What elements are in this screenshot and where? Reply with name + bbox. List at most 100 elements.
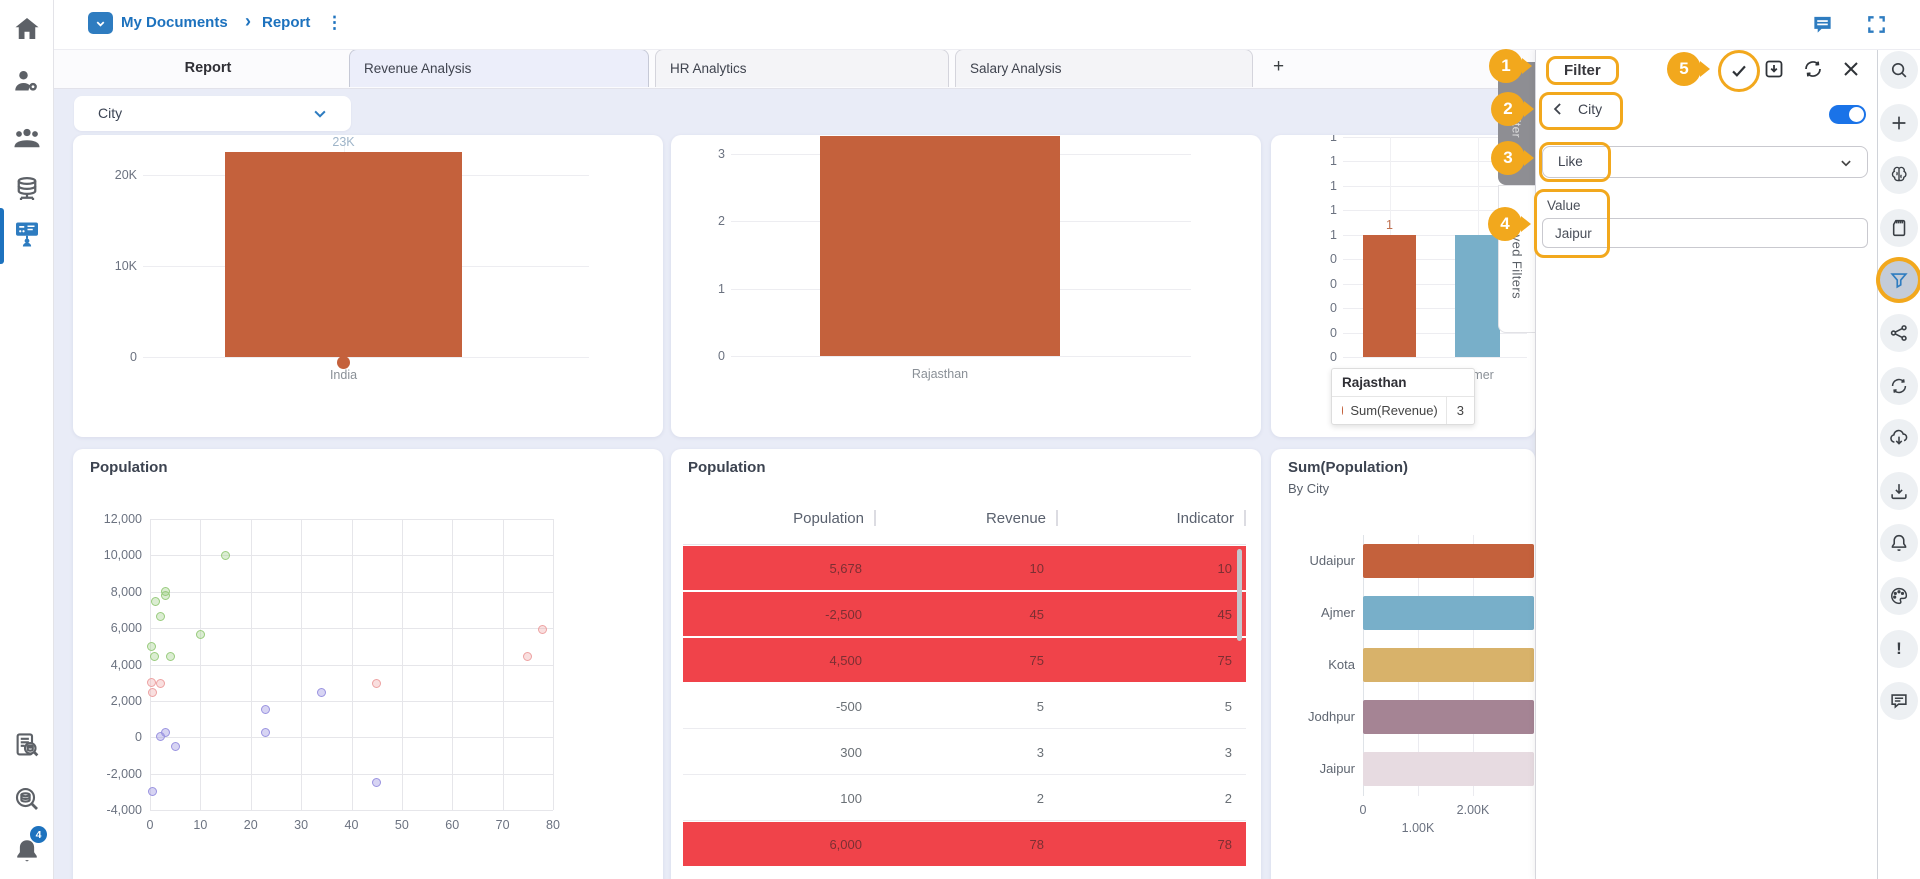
scatter-point-green[interactable] <box>151 597 160 606</box>
filter-funnel-icon <box>1888 269 1910 291</box>
scatter-point-purple[interactable] <box>161 728 170 737</box>
bar-Ajmer[interactable] <box>1455 235 1500 357</box>
chevron-left-icon[interactable] <box>1548 99 1568 119</box>
comments-button[interactable] <box>1880 682 1918 720</box>
table-cell: 5,678 <box>683 561 876 576</box>
refresh-filter-button[interactable] <box>1801 57 1825 81</box>
folder-chevron-icon[interactable] <box>88 12 113 34</box>
scatter-point-purple[interactable] <box>148 787 157 796</box>
download-button[interactable] <box>1880 472 1918 510</box>
bar-jodhpur[interactable] <box>1363 700 1534 734</box>
apply-filter-button[interactable] <box>1718 50 1760 92</box>
tab-revenue-analysis[interactable]: Revenue Analysis <box>349 49 649 87</box>
column-header-revenue[interactable]: Revenue <box>876 492 1058 544</box>
table-row[interactable]: -2,5004545 <box>683 592 1246 638</box>
tab-salary-analysis[interactable]: Salary Analysis <box>955 49 1253 87</box>
add-button[interactable] <box>1880 104 1918 142</box>
scatter-point-purple[interactable] <box>171 742 180 751</box>
value-input[interactable] <box>1542 218 1868 248</box>
city-filter-dropdown[interactable]: City <box>74 96 351 131</box>
scatter-point-green[interactable] <box>196 630 205 639</box>
scatter-point-green[interactable] <box>156 612 165 621</box>
bar-series-0[interactable] <box>1363 235 1416 357</box>
scatter-point-purple[interactable] <box>261 728 270 737</box>
scatter-point-green[interactable] <box>166 652 175 661</box>
ai-brain-button[interactable] <box>1880 156 1918 194</box>
alerts-button[interactable]: ! <box>1880 630 1918 668</box>
chart-subtitle: By City <box>1288 481 1329 496</box>
sync-button[interactable] <box>1880 367 1918 405</box>
table-cell: 78 <box>1058 837 1246 852</box>
table-cell: 5 <box>1058 699 1246 714</box>
search-button[interactable] <box>1880 51 1918 89</box>
comment-icon[interactable] <box>1811 13 1834 36</box>
operator-select[interactable]: Like <box>1542 146 1868 178</box>
fullscreen-icon[interactable] <box>1865 13 1888 36</box>
palette-button[interactable] <box>1880 577 1918 615</box>
scatter-point-purple[interactable] <box>261 705 270 714</box>
column-header-indicator[interactable]: Indicator <box>1058 492 1246 544</box>
filter-funnel-button[interactable] <box>1880 261 1918 299</box>
bar-udaipur[interactable] <box>1363 544 1534 578</box>
scatter-point-red[interactable] <box>147 678 156 687</box>
table-row[interactable]: 10022 <box>683 776 1246 821</box>
table-row[interactable]: 5,6781010 <box>683 546 1246 592</box>
table-row[interactable]: 4,5007575 <box>683 638 1246 684</box>
notification-count-badge: 4 <box>30 826 47 843</box>
table-row[interactable]: 30033 <box>683 730 1246 775</box>
scatter-point-green[interactable] <box>147 642 156 651</box>
table-row[interactable]: -50055 <box>683 684 1246 729</box>
report-search-icon[interactable] <box>12 730 42 760</box>
table-row[interactable]: 6,0007878 <box>683 822 1246 868</box>
x-tick-label: 80 <box>538 818 568 832</box>
data-sources-icon[interactable] <box>12 174 42 204</box>
scatter-point-green[interactable] <box>161 591 170 600</box>
tab-hr-analytics[interactable]: HR Analytics <box>655 49 949 87</box>
close-panel-button[interactable] <box>1839 57 1863 81</box>
scatter-point-red[interactable] <box>372 679 381 688</box>
scatter-point-purple[interactable] <box>372 778 381 787</box>
check-icon <box>1728 60 1750 82</box>
bar-Rajasthan[interactable] <box>820 136 1060 356</box>
user-settings-icon[interactable] <box>12 66 42 96</box>
table-header-row: Population RevenueIndicator <box>683 492 1246 545</box>
bar-ajmer[interactable] <box>1363 596 1534 630</box>
chart-card-population-scatter: Population -4,000-2,00002,0004,0006,0008… <box>73 449 663 879</box>
gridline <box>402 519 403 810</box>
table-scrollbar[interactable] <box>1237 549 1242 641</box>
groups-icon[interactable] <box>12 122 42 152</box>
bar-jaipur[interactable] <box>1363 752 1534 786</box>
scatter-point-red[interactable] <box>156 679 165 688</box>
bar-India[interactable] <box>225 152 462 357</box>
home-icon[interactable] <box>12 14 42 44</box>
breadcrumb-report[interactable]: Report <box>262 14 310 31</box>
filter-enabled-toggle[interactable] <box>1829 105 1866 124</box>
scatter-point-green[interactable] <box>150 652 159 661</box>
scatter-point-green[interactable] <box>221 551 230 560</box>
publish-dashboard-icon[interactable] <box>12 218 42 248</box>
bar-kota[interactable] <box>1363 648 1534 682</box>
x-tick-label: 0 <box>135 818 165 832</box>
scatter-point-red[interactable] <box>148 688 157 697</box>
kebab-menu-icon[interactable]: ⋮ <box>326 13 343 33</box>
city-filter-label: City <box>98 105 122 121</box>
scatter-point-red[interactable] <box>538 625 547 634</box>
tab-report[interactable]: Report <box>73 49 343 87</box>
scatter-point-purple[interactable] <box>317 688 326 697</box>
notifications-button[interactable] <box>1880 524 1918 562</box>
breadcrumb-my-documents[interactable]: My Documents <box>121 14 228 31</box>
column-header-population[interactable]: Population <box>683 492 876 544</box>
download-filter-button[interactable] <box>1762 57 1786 81</box>
share-icon <box>1888 322 1910 344</box>
scatter-point-red[interactable] <box>523 652 532 661</box>
column-header-label: Population <box>793 510 864 527</box>
tooltip-series: Sum(Revenue) <box>1350 397 1445 424</box>
cloud-download-button[interactable] <box>1880 419 1918 457</box>
x-tick-label: 40 <box>337 818 367 832</box>
memory-card-button[interactable] <box>1880 209 1918 247</box>
add-tab-button[interactable]: + <box>1273 49 1284 87</box>
table-cell: 3 <box>1058 745 1246 760</box>
data-search-icon[interactable] <box>12 784 42 814</box>
table-cell: 10 <box>1058 561 1246 576</box>
share-button[interactable] <box>1880 314 1918 352</box>
